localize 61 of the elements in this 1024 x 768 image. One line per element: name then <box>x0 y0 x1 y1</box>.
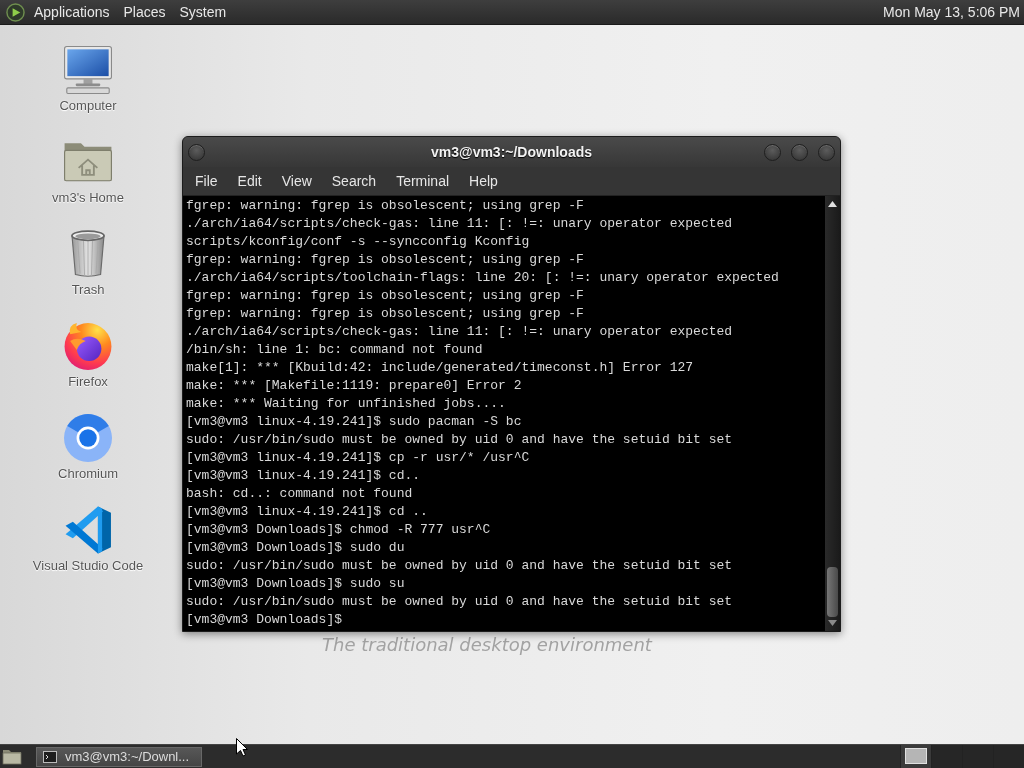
scroll-up-icon[interactable] <box>828 201 837 207</box>
terminal-line: ./arch/ia64/scripts/check-gas: line 11: [: !=: unary operator expected <box>186 215 733 233</box>
terminal-line: bash: cd..: command not found <box>186 485 413 503</box>
desktop-icon-label[interactable]: Visual Studio Code <box>32 558 144 574</box>
terminal-line: [vm3@vm3 Downloads]$ sudo du <box>186 539 405 557</box>
menu-item[interactable]: Terminal <box>386 169 460 193</box>
terminal-line: fgrep: warning: fgrep is obsolescent; using grep -F <box>186 305 584 323</box>
wallpaper-text: The traditional desktop environment <box>322 634 652 655</box>
terminal-line: [vm3@vm3 linux-4.19.241]$ cd .. <box>186 503 428 521</box>
desktop-icon-label[interactable]: Firefox <box>68 374 108 390</box>
firefox-logo-icon[interactable] <box>64 322 112 370</box>
terminal-line: [vm3@vm3 Downloads]$ chmod -R 777 usr^C <box>186 521 491 539</box>
terminal-line: ./arch/ia64/scripts/toolchain-flags: line 20: [: !=: unary operator expected <box>186 269 779 287</box>
menu-item[interactable]: Edit <box>227 169 272 193</box>
scrollbar-thumb[interactable] <box>827 567 838 617</box>
terminal-line: fgrep: warning: fgrep is obsolescent; using grep -F <box>186 251 584 269</box>
scrollbar-track[interactable] <box>825 196 840 631</box>
terminal-line: make: *** [Makefile:1119: prepare0] Error 2 <box>186 377 522 395</box>
terminal-line: make: *** Waiting for unfinished jobs.... <box>186 395 506 413</box>
terminal-line: make[1]: *** [Kbuild:42: include/generated/timeconst.h] Error 127 <box>186 359 694 377</box>
window-thumbnail-icon <box>905 748 927 764</box>
terminal-line: scripts/kconfig/conf -s --syncconfig Kconfig <box>186 233 530 251</box>
desktop-icon-label[interactable]: Chromium <box>58 466 118 482</box>
chromium-logo-icon[interactable] <box>64 414 112 462</box>
panel-menu[interactable]: System <box>172 2 234 22</box>
window-title: vm3@vm3:~/Downloads <box>430 144 593 160</box>
clock[interactable]: Mon May 13, 5:06 PM <box>879 2 1024 22</box>
terminal-line: [vm3@vm3 linux-4.19.241]$ sudo pacman -S bc <box>186 413 522 431</box>
desktop-icon-label[interactable]: Computer <box>59 98 117 114</box>
workspace-button[interactable] <box>900 744 931 768</box>
menu-item[interactable]: View <box>271 169 322 193</box>
terminal-line: [vm3@vm3 Downloads]$ sudo su <box>186 575 405 593</box>
terminal-line: sudo: /usr/bin/sudo must be owned by uid 0 and have the setuid bit set <box>186 557 733 575</box>
desktop-icon-label[interactable]: Trash <box>71 282 105 298</box>
terminal-icon <box>43 750 57 763</box>
close-button[interactable] <box>818 143 835 161</box>
panel-menu[interactable]: Places <box>116 2 173 22</box>
scroll-down-icon[interactable] <box>828 620 837 626</box>
terminal-line: ./arch/ia64/scripts/check-gas: line 11: [: !=: unary operator expected <box>186 323 733 341</box>
monitor-icon[interactable] <box>64 46 112 94</box>
folder-icon[interactable] <box>2 748 22 765</box>
taskbar-button[interactable]: vm3@vm3:~/Downl... <box>36 746 202 767</box>
menu-item[interactable]: Search <box>321 169 387 193</box>
minimize-button[interactable] <box>764 143 781 161</box>
terminal-line: fgrep: warning: fgrep is obsolescent; using grep -F <box>186 197 584 215</box>
desktop-icon-label[interactable]: vm3's Home <box>52 190 124 206</box>
terminal-line: sudo: /usr/bin/sudo must be owned by uid 0 and have the setuid bit set <box>186 593 733 611</box>
mouse-pointer-icon <box>236 738 248 757</box>
menu-item[interactable]: Help <box>459 169 508 193</box>
menu-item[interactable]: File <box>185 169 228 193</box>
terminal-line: sudo: /usr/bin/sudo must be owned by uid 0 and have the setuid bit set <box>186 431 733 449</box>
terminal-line: [vm3@vm3 Downloads]$ <box>186 611 343 629</box>
play-circle-icon[interactable] <box>6 2 25 22</box>
panel-menu[interactable]: Applications <box>27 2 117 22</box>
maximize-button[interactable] <box>791 143 808 161</box>
terminal-line: [vm3@vm3 linux-4.19.241]$ cp -r usr/* /usr^C <box>186 449 530 467</box>
terminal-line: [vm3@vm3 linux-4.19.241]$ cd.. <box>186 467 421 485</box>
window-menu-button[interactable] <box>188 143 205 161</box>
vscode-logo-icon[interactable] <box>64 506 112 554</box>
terminal-line: /bin/sh: line 1: bc: command not found <box>186 341 483 359</box>
terminal-line: fgrep: warning: fgrep is obsolescent; using grep -F <box>186 287 584 305</box>
